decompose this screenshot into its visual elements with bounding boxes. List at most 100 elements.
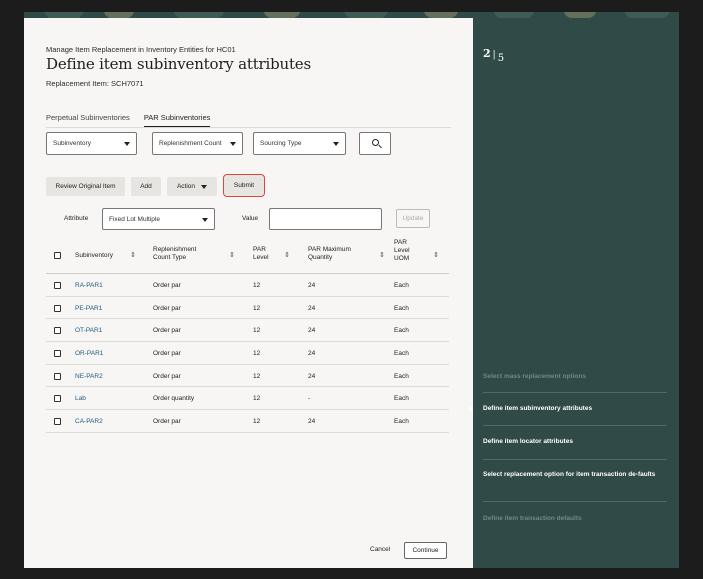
column-header-line: Quantity [308,254,333,261]
chevron-down-icon [202,218,208,222]
step-select-replacement-option[interactable]: Select replacement option for item trans… [483,470,667,480]
par-level-uom-cell: Each [394,350,409,358]
column-header-par-level[interactable]: PAR Level [253,246,269,262]
table-row[interactable]: OT-PAR1 Order par 12 24 Each [46,319,449,343]
column-header-par-maximum-quantity[interactable]: PAR Maximum Quantity [308,246,351,262]
row-checkbox[interactable] [54,282,61,289]
table-row[interactable]: OR-PAR1 Order par 12 24 Each [46,342,449,365]
par-level-uom-cell: Each [394,304,409,312]
par-level-uom-cell: Each [394,282,409,289]
par-maximum-quantity-cell: 24 [308,350,316,358]
subinventory-filter[interactable]: Subinventory [46,132,137,155]
step-counter: 2 | 5 [483,42,505,64]
table-row[interactable]: PE-PAR1 Order par 12 24 Each [46,297,449,320]
chevron-down-icon [230,142,236,146]
replenishment-count-type-cell: Order par [153,282,181,289]
breadcrumb: Manage Item Replacement in Inventory Ent… [46,45,236,54]
current-step-marker-icon [469,406,473,412]
step-define-item-transaction-defaults: Define item transaction defaults [483,515,582,522]
table-row[interactable]: Lab Order quantity 12 - Each [46,387,449,411]
par-level-uom-cell: Each [394,372,409,380]
submit-button[interactable]: Submit [223,174,265,197]
column-header-line: Level [253,254,269,261]
action-menu-button[interactable]: Action [167,177,217,196]
column-header-replenishment-count-type[interactable]: Replenishment Count Type [153,246,196,262]
attribute-select-value: Fixed Lot Multiple [109,215,160,223]
replenishment-count-type-cell: Order par [153,327,181,335]
subinventory-link[interactable]: CA-PAR2 [75,418,103,425]
tab-divider [46,127,451,128]
row-checkbox[interactable] [54,304,61,312]
subinventory-link[interactable]: Lab [75,395,86,402]
tab-perpetual-subinventories[interactable]: Perpetual Subinventories [46,113,130,127]
sort-icon[interactable]: ⇕ [379,251,385,259]
replenishment-count-filter-label: Replenishment Count [159,140,222,147]
subinventory-link[interactable]: NE-PAR2 [75,373,103,380]
step-divider [483,459,667,460]
row-checkbox[interactable] [54,327,61,335]
progress-panel: 2 | 5 Select mass replacement options Defi… [469,18,678,568]
table-row[interactable]: RA-PAR1 Order par 12 24 Each [46,274,449,297]
table-header: Subinventory ⇕ Replenishment Count Type … [46,238,449,274]
subinventory-link[interactable]: PE-PAR1 [75,305,102,312]
add-button[interactable]: Add [131,177,161,196]
par-subinventory-table: Subinventory ⇕ Replenishment Count Type … [46,238,449,433]
value-input[interactable] [269,208,382,230]
step-define-item-subinventory-attributes[interactable]: Define item subinventory attributes [483,404,667,414]
replenishment-count-filter[interactable]: Replenishment Count [152,132,243,155]
subinventory-link[interactable]: OR-PAR1 [75,350,103,357]
wizard-dialog: Manage Item Replacement in Inventory Ent… [24,18,473,568]
subinventory-link[interactable]: RA-PAR1 [75,282,103,289]
step-separator: | [492,50,496,60]
replenishment-count-type-cell: Order par [153,418,181,426]
sort-icon[interactable]: ⇕ [229,251,235,259]
column-header-par-level-uom[interactable]: PAR Level UOM [394,239,410,263]
column-header-line: Level [394,247,410,254]
par-maximum-quantity-cell: 24 [308,304,316,312]
total-steps-number: 5 [497,53,505,64]
row-checkbox[interactable] [54,418,61,426]
update-button[interactable]: Update [396,209,430,228]
sort-icon[interactable]: ⇕ [130,251,136,259]
column-header-line: UOM [394,255,410,262]
select-all-checkbox[interactable] [54,252,61,259]
par-level-cell: 12 [253,282,261,289]
table-row[interactable]: CA-PAR2 Order par 12 24 Each [46,410,449,433]
sort-icon[interactable]: ⇕ [284,251,290,259]
step-divider [483,501,667,502]
sort-icon[interactable]: ⇕ [433,251,439,259]
cancel-button[interactable]: Cancel [370,546,390,553]
par-level-cell: 12 [253,372,261,380]
value-label: Value [242,215,259,222]
step-define-item-locator-attributes[interactable]: Define item locator attributes [483,437,667,447]
step-select-mass-replacement-options[interactable]: Select mass replacement options [483,372,667,382]
review-original-item-button[interactable]: Review Original Item [46,177,125,196]
replacement-item-label: Replacement Item: SCH7071 [46,79,144,88]
par-maximum-quantity-cell: 24 [308,327,316,335]
table-row[interactable]: NE-PAR2 Order par 12 24 Each [46,365,449,388]
tab-bar: Perpetual Subinventories PAR Subinventor… [46,113,211,127]
chevron-down-icon [124,142,130,146]
par-level-uom-cell: Each [394,418,409,426]
action-menu-label: Action [176,183,196,190]
par-level-uom-cell: Each [394,327,409,335]
row-checkbox[interactable] [54,372,61,380]
column-header-line: Replenishment [153,246,197,253]
column-header-line: PAR [253,246,266,253]
par-maximum-quantity-cell: - [308,395,311,403]
replenishment-count-type-cell: Order par [153,304,181,312]
par-maximum-quantity-cell: 24 [308,372,316,380]
search-button[interactable] [359,132,391,155]
column-header-line: Count Type [153,254,187,261]
continue-button[interactable]: Continue [404,542,447,559]
tab-par-subinventories[interactable]: PAR Subinventories [143,113,211,127]
par-level-cell: 12 [253,327,261,335]
column-header-subinventory[interactable]: Subinventory [75,252,113,260]
page-title: Define item subinventory attributes [46,55,311,73]
sourcing-type-filter[interactable]: Sourcing Type [253,132,346,155]
subinventory-link[interactable]: OT-PAR1 [75,327,102,334]
row-checkbox[interactable] [54,395,61,403]
attribute-select[interactable]: Fixed Lot Multiple [102,208,215,230]
row-checkbox[interactable] [54,350,61,358]
par-level-cell: 12 [253,350,261,358]
